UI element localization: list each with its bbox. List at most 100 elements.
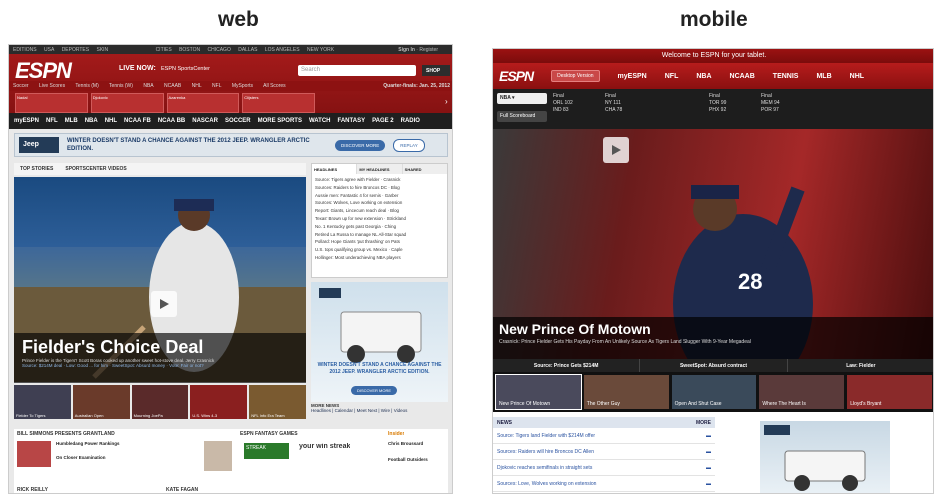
nav-item[interactable]: WATCH — [309, 118, 331, 124]
nav-item[interactable]: FANTASY — [338, 118, 366, 124]
score-tab[interactable]: Live Scores — [39, 83, 65, 89]
score-tab[interactable]: All Scores — [263, 83, 286, 89]
insider-story[interactable]: Football Outsiders — [388, 457, 428, 462]
jeep-ad[interactable] — [760, 421, 890, 493]
grantland-header[interactable]: BILL SIMMONS PRESENTS GRANTLAND — [17, 431, 115, 437]
headline-item[interactable]: Aussie men: Fantastic 4 for semis · Garb… — [315, 192, 444, 200]
score-tab[interactable]: NBA — [143, 83, 153, 89]
thumbnail[interactable]: Mourning JoePa — [131, 385, 189, 419]
thumbnail[interactable]: Open And Shut Case — [671, 375, 757, 409]
headline-item[interactable]: Report: Giants, Lincecum reach deal · Bl… — [315, 207, 444, 215]
nav-item[interactable]: MLB — [816, 73, 831, 80]
city-link[interactable]: BOSTON — [179, 47, 200, 53]
edition-link[interactable]: USA — [44, 47, 54, 53]
city-link[interactable]: CHICAGO — [208, 47, 231, 53]
shop-button[interactable]: SHOP — [422, 65, 450, 76]
nav-item[interactable]: NHL — [850, 73, 864, 80]
thumbnail[interactable]: Fielder To Tigers — [14, 385, 71, 419]
grantland-thumbnail[interactable] — [17, 441, 51, 467]
edition-link[interactable]: EDITIONS — [13, 47, 37, 53]
full-scoreboard-button[interactable]: Full Scoreboard — [497, 111, 547, 122]
discover-more-button[interactable]: DISCOVER MORE — [335, 139, 386, 151]
league-select[interactable]: NBA ▾ — [497, 93, 547, 104]
nav-item[interactable]: TENNIS — [773, 73, 799, 80]
city-link[interactable]: CITIES — [156, 47, 172, 53]
more-news-links[interactable]: Headlines | Calendar | Meet Next | Wire … — [311, 408, 448, 413]
streak-logo-icon[interactable]: STREAK — [244, 443, 289, 459]
nav-item[interactable]: SOCCER — [225, 118, 251, 124]
nav-item-myespn[interactable]: myESPN — [14, 118, 39, 124]
headline-item[interactable]: Sources: Raiders to hire Broncos DC · Bl… — [315, 184, 444, 192]
hero-title[interactable]: New Prince Of Motown — [499, 321, 929, 337]
score-tab[interactable]: NFL — [212, 83, 221, 89]
register-link[interactable]: Register — [419, 47, 438, 53]
news-item[interactable]: Sources: Raiders will hire Broncos DC Al… — [493, 444, 715, 460]
jeep-side-button[interactable]: DISCOVER MORE — [351, 386, 398, 395]
tab-sportscenter-videos[interactable]: SPORTSCENTER VIDEOS — [65, 166, 126, 172]
columnist-fagan[interactable]: KATE FAGAN — [166, 487, 198, 493]
jeep-side-ad[interactable]: WINTER DOESN'T STAND A CHANCE AGAINST TH… — [311, 282, 448, 402]
thumbnail[interactable]: Lloyd's Bryant — [847, 375, 932, 409]
edition-link[interactable]: SKIN — [97, 47, 109, 53]
thumbnail[interactable]: NFL Info Era Team — [249, 385, 306, 419]
news-item[interactable]: Source: Tigers land Fielder with $214M o… — [493, 428, 715, 444]
headline-item[interactable]: Texas' Brown up for new extension · Stri… — [315, 215, 444, 223]
game-score[interactable]: Final NY 111 CHA 78 — [605, 93, 653, 123]
score-tab[interactable]: NHL — [192, 83, 202, 89]
headline-item[interactable]: Source: Tigers agree with Fielder · Cras… — [315, 176, 444, 184]
score-tab[interactable]: Tennis (W) — [109, 83, 133, 89]
city-link[interactable]: DALLAS — [238, 47, 257, 53]
columnist-reilly[interactable]: RICK REILLY — [17, 487, 48, 493]
nav-item[interactable]: MLB — [65, 118, 78, 124]
espn-logo[interactable]: ESPN — [499, 68, 534, 84]
nav-item[interactable]: NFL — [665, 73, 679, 80]
city-link[interactable]: NEW YORK — [307, 47, 334, 53]
headline-item[interactable]: U.S. tops qualifying group vs. Mexico · … — [315, 246, 444, 254]
score-tab[interactable]: NCAAB — [164, 83, 181, 89]
search-input[interactable]: Search — [298, 65, 416, 76]
headline-item[interactable]: Pollard: Hope Giants 'put thrashing' on … — [315, 238, 444, 246]
headline-item[interactable]: Sources: Wolves, Love working on extensi… — [315, 199, 444, 207]
insider-story[interactable]: Chris Broussard — [388, 441, 423, 446]
related-link[interactable]: Law: Fielder — [788, 359, 933, 372]
thumbnail[interactable]: U.S. Wins 4-3 — [190, 385, 248, 419]
tab-my-headlines[interactable]: MY HEADLINES — [357, 164, 402, 174]
score-tab[interactable]: MySports — [232, 83, 253, 89]
more-link[interactable]: MORE — [696, 420, 711, 426]
headline-item[interactable]: Retired La Russa to manage NL All-Star s… — [315, 231, 444, 239]
related-link[interactable]: SweetSpot: Absurd contract — [640, 359, 788, 372]
fantasy-header[interactable]: ESPN FANTASY GAMES — [240, 431, 298, 437]
grantland-story[interactable]: On Closer Examination — [56, 455, 106, 460]
game-score[interactable]: Final MEM 94 POR 97 — [761, 93, 809, 123]
nav-item[interactable]: NFL — [46, 118, 58, 124]
chevron-right-icon[interactable]: › — [445, 97, 448, 106]
nav-item[interactable]: RADIO — [401, 118, 420, 124]
tab-shared[interactable]: SHARED — [402, 164, 447, 174]
news-item[interactable]: Djokovic reaches semifinals in straight … — [493, 460, 715, 476]
score-tab[interactable]: Soccer — [13, 83, 29, 89]
score-tab[interactable]: Tennis (M) — [75, 83, 98, 89]
nav-item[interactable]: NCAA FB — [124, 118, 151, 124]
insider-header[interactable]: Insider — [388, 431, 404, 437]
nav-item[interactable]: NCAAB — [730, 73, 755, 80]
tab-top-stories[interactable]: TOP STORIES — [20, 166, 53, 172]
thumbnail[interactable]: Australian Open — [72, 385, 130, 419]
play-video-icon[interactable] — [603, 137, 629, 163]
desktop-version-button[interactable]: Desktop Version — [551, 70, 600, 82]
nav-item[interactable]: NCAA BB — [158, 118, 185, 124]
news-item[interactable]: Sources: Love, Wolves working on extensi… — [493, 476, 715, 492]
nav-item[interactable]: NHL — [105, 118, 117, 124]
jeep-banner-ad[interactable]: Jeep WINTER DOESN'T STAND A CHANCE AGAIN… — [14, 133, 448, 157]
nav-item-myespn[interactable]: myESPN — [618, 73, 647, 80]
sign-in-link[interactable]: Sign In — [398, 47, 415, 53]
score-card[interactable]: Nadal — [15, 93, 88, 113]
score-card[interactable]: Djokovic — [90, 93, 164, 113]
headline-item[interactable]: No. 1 Kentucky gets past Georgia · Ching — [315, 223, 444, 231]
city-link[interactable]: LOS ANGELES — [265, 47, 300, 53]
play-video-icon[interactable] — [151, 291, 177, 317]
tab-headlines[interactable]: HEADLINES — [312, 164, 357, 174]
thumbnail[interactable]: Where The Heart Is — [759, 375, 845, 409]
nav-item[interactable]: PAGE 2 — [372, 118, 394, 124]
thumbnail[interactable]: The Other Guy — [583, 375, 669, 409]
score-card[interactable]: Azarenka — [166, 93, 240, 113]
